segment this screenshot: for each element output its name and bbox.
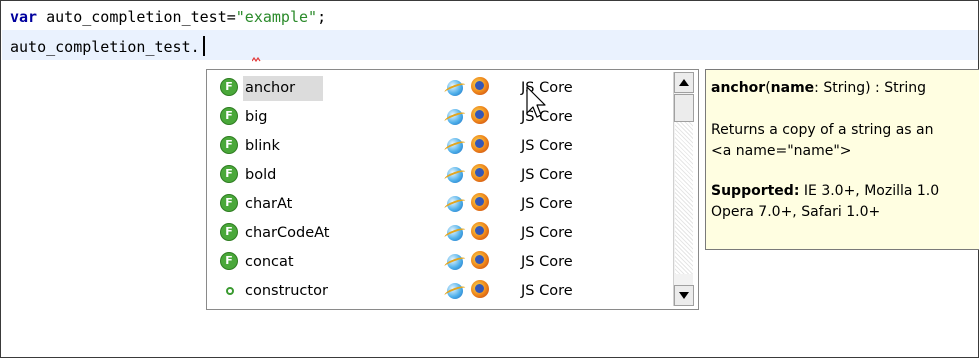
scroll-down-button[interactable]: [674, 285, 694, 306]
mouse-pointer-icon: [526, 86, 546, 118]
firefox-icon: [471, 222, 489, 240]
completion-scrollbar[interactable]: [673, 72, 694, 306]
completion-item-library: JS Core: [521, 254, 573, 270]
arrow-up-icon: [679, 79, 689, 86]
firefox-icon: [471, 106, 489, 124]
completion-popup[interactable]: Fanchor JS Core Fbig JS Core Fblink JS Core Fb…: [206, 69, 699, 310]
scroll-up-button[interactable]: [674, 72, 694, 93]
completion-item[interactable]: FcharCodeAt JS Core: [207, 219, 673, 248]
firefox-icon: [471, 280, 489, 298]
completion-item-name: constructor: [245, 283, 328, 299]
completion-item-name: concat: [245, 254, 294, 270]
function-icon: F: [220, 78, 238, 96]
text-caret: [202, 36, 205, 56]
completion-item[interactable]: Fbold JS Core: [207, 161, 673, 190]
error-squiggle-icon: [252, 57, 261, 62]
keyword-var: var: [10, 8, 38, 26]
firefox-icon: [471, 135, 489, 153]
completion-item[interactable]: Fanchor JS Core: [207, 74, 673, 103]
method-signature: anchor(name: String) : String: [711, 80, 926, 96]
completion-item-library: JS Core: [521, 196, 573, 212]
internet-explorer-icon: [447, 167, 463, 183]
completion-item-library: JS Core: [521, 225, 573, 241]
completion-item-name: charAt: [245, 196, 293, 212]
supported-line-1: Supported: IE 3.0+, Mozilla 1.0: [711, 183, 939, 199]
terminator: ;: [317, 8, 327, 26]
arrow-down-icon: [679, 292, 689, 299]
internet-explorer-icon: [447, 283, 463, 299]
completion-item[interactable]: FcharAt JS Core: [207, 190, 673, 219]
code-line-1[interactable]: var auto_completion_test="example";: [10, 8, 326, 26]
function-icon: F: [220, 136, 238, 154]
completion-item[interactable]: Fbig JS Core: [207, 103, 673, 132]
scrollbar-thumb[interactable]: [674, 94, 694, 122]
function-icon: F: [220, 194, 238, 212]
completion-item-library: JS Core: [521, 283, 573, 299]
identifier-text: auto_completion_test=: [37, 8, 236, 26]
completion-item-library: JS Core: [521, 167, 573, 183]
firefox-icon: [471, 193, 489, 211]
completion-item-library: JS Core: [521, 138, 573, 154]
function-icon: F: [220, 252, 238, 270]
completion-item-name: big: [245, 109, 268, 125]
line2-text: auto_completion_test.: [10, 38, 200, 56]
completion-item-name: anchor: [245, 80, 296, 96]
string-literal: "example": [235, 8, 318, 26]
internet-explorer-icon: [447, 225, 463, 241]
completion-item[interactable]: Fblink JS Core: [207, 132, 673, 161]
supported-browsers-1: IE 3.0+, Mozilla 1.0: [799, 183, 940, 199]
completion-item-name: bold: [245, 167, 277, 183]
function-icon: F: [220, 165, 238, 183]
completion-item-name: blink: [245, 138, 280, 154]
internet-explorer-icon: [447, 80, 463, 96]
completion-item-name: charCodeAt: [245, 225, 330, 241]
firefox-icon: [471, 77, 489, 95]
internet-explorer-icon: [447, 254, 463, 270]
completion-item[interactable]: constructor JS Core: [207, 277, 673, 306]
internet-explorer-icon: [447, 109, 463, 125]
code-line-2[interactable]: auto_completion_test.: [10, 36, 205, 56]
firefox-icon: [471, 164, 489, 182]
description-line-1: Returns a copy of a string as an: [711, 122, 934, 138]
internet-explorer-icon: [447, 138, 463, 154]
method-name: anchor: [711, 80, 766, 96]
param-type: : String) : String: [814, 80, 926, 96]
supported-line-2: Opera 7.0+, Safari 1.0+: [711, 204, 881, 220]
property-icon: [226, 287, 234, 295]
firefox-icon: [471, 251, 489, 269]
function-icon: F: [220, 223, 238, 241]
function-icon: F: [220, 107, 238, 125]
supported-label: Supported:: [711, 183, 800, 199]
completion-item[interactable]: Fconcat JS Core: [207, 248, 673, 277]
description-line-2: <a name="name">: [711, 143, 852, 159]
param-name: name: [770, 80, 815, 96]
documentation-tooltip: anchor(name: String) : String Returns a …: [705, 69, 979, 250]
internet-explorer-icon: [447, 196, 463, 212]
